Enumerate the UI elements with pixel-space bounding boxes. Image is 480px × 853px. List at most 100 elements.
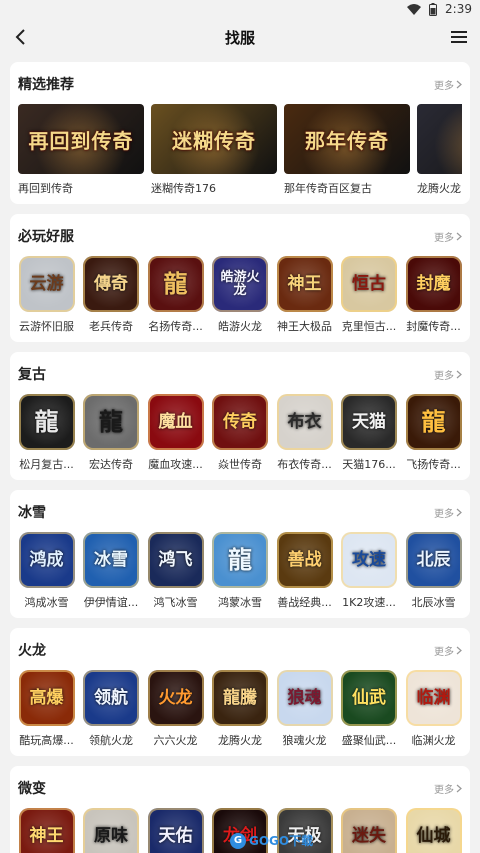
server-app-item[interactable]: 善战 善战经典... bbox=[276, 532, 333, 610]
server-app-item[interactable]: 原味原味传奇 bbox=[83, 808, 140, 853]
server-app-item[interactable]: 仙武盛聚仙武... bbox=[341, 670, 398, 748]
server-app-item[interactable]: 鸿飞 鸿飞冰雪 bbox=[147, 532, 204, 610]
app-label: 伊伊情谊... bbox=[83, 596, 139, 609]
app-icon-art-text: 布衣 bbox=[287, 411, 322, 432]
server-app-item[interactable]: 布衣 布衣传奇... bbox=[276, 394, 333, 472]
server-app-item[interactable]: 鸿成 鸿成冰雪 bbox=[18, 532, 75, 610]
app-icon: 神王 bbox=[276, 256, 333, 312]
app-icon: 狼魂 bbox=[276, 670, 333, 726]
app-icon-row: 龍松月复古... 龍宏达传奇 魔血 魔血攻速... 传奇 焱世传奇 布衣 布衣传奇... 天猫天… bbox=[18, 394, 462, 472]
app-icon: 鸿飞 bbox=[147, 532, 204, 588]
server-app-item[interactable]: 龍騰 龙腾火龙 bbox=[212, 670, 269, 748]
more-link[interactable]: 更多 bbox=[434, 505, 462, 520]
featured-item-label: 龙腾火龙 bbox=[417, 182, 461, 195]
category-card: 冰雪 更多 鸿成 鸿成冰雪 冰雪 伊伊情谊... 鸿飞 鸿飞冰雪龍鸿蒙冰雪 善战 善战经典... 攻… bbox=[10, 490, 470, 618]
app-icon-art-text: 领航 bbox=[94, 687, 128, 708]
app-icon-row: 高爆 酷玩高爆... 领航 领航火龙 火龙 六六火龙 龍騰 龙腾火龙 狼魂 狼魂火龙 仙武 盛聚仙武.… bbox=[18, 670, 462, 748]
server-app-item[interactable]: 传奇 焱世传奇 bbox=[212, 394, 269, 472]
server-app-item[interactable]: 天佑天佑归来 bbox=[147, 808, 204, 853]
app-icon: 原味 bbox=[83, 808, 139, 853]
app-icon: 龍 bbox=[83, 394, 139, 450]
server-app-item[interactable]: 云游 云游怀旧服 bbox=[18, 256, 75, 334]
more-link[interactable]: 更多 bbox=[434, 781, 462, 796]
back-button[interactable] bbox=[10, 26, 32, 48]
app-icon-art-text: 魔血 bbox=[158, 411, 193, 432]
chevron-left-icon bbox=[15, 29, 25, 45]
app-label: 封魔传奇... bbox=[406, 320, 461, 333]
app-label: 领航火龙 bbox=[89, 734, 133, 747]
app-label: 鸿蒙冰雪 bbox=[218, 596, 262, 609]
server-app-item[interactable]: 龍飞扬传奇... bbox=[405, 394, 462, 472]
app-icon: 仙城 bbox=[405, 808, 462, 853]
server-app-item[interactable]: 神王神王传奇 bbox=[18, 808, 75, 853]
featured-carousel[interactable]: 再回到传奇再回到传奇迷糊传奇迷糊传奇176那年传奇那年传奇百区复古龍龙腾火龙 bbox=[18, 104, 462, 196]
server-app-item[interactable]: 狼魂 狼魂火龙 bbox=[276, 670, 333, 748]
app-icon-art-text: 狼魂 bbox=[287, 687, 322, 708]
featured-item[interactable]: 迷糊传奇 迷糊传奇176 bbox=[151, 104, 277, 196]
app-icon: 龍 bbox=[212, 532, 268, 588]
app-icon: 冰雪 bbox=[83, 532, 139, 588]
more-link[interactable]: 更多 bbox=[434, 643, 462, 658]
server-app-item[interactable]: 恒古 克里恒古... bbox=[341, 256, 398, 334]
server-app-item[interactable]: 龍宏达传奇 bbox=[83, 394, 140, 472]
server-app-item[interactable]: 神王 神王大极品 bbox=[276, 256, 333, 334]
app-icon: 临渊 bbox=[405, 670, 462, 726]
app-icon: 天猫 bbox=[341, 394, 397, 450]
app-icon: 传奇 bbox=[212, 394, 268, 450]
server-app-item[interactable]: 攻速 1K2攻速... bbox=[341, 532, 398, 610]
server-app-item[interactable]: 龍名扬传奇... bbox=[147, 256, 204, 334]
server-app-item[interactable]: 傳奇 老兵传奇 bbox=[83, 256, 140, 334]
category-card: 必玩好服 更多 云游 云游怀旧服 傳奇 老兵传奇龍名扬传奇... 皓游火龙 皓游火龙 神王 神王大… bbox=[10, 214, 470, 342]
server-app-item[interactable]: 高爆 酷玩高爆... bbox=[18, 670, 75, 748]
featured-item-label: 那年传奇百区复古 bbox=[284, 182, 372, 195]
featured-item[interactable]: 那年传奇那年传奇百区复古 bbox=[284, 104, 410, 196]
server-app-item[interactable]: 龍松月复古... bbox=[18, 394, 75, 472]
featured-card: 精选推荐 更多 再回到传奇 再回到传奇 迷糊传奇 迷糊传奇176 那年传奇 那年传奇百区复… bbox=[10, 62, 470, 204]
server-app-item[interactable]: 仙城仙城微变... bbox=[405, 808, 462, 853]
featured-item[interactable]: 龍龙腾火龙 bbox=[417, 104, 462, 196]
app-icon-art-text: 临渊 bbox=[416, 687, 451, 708]
app-label: 焱世传奇 bbox=[218, 458, 262, 471]
server-app-item[interactable]: 冰雪伊伊情谊... bbox=[83, 532, 140, 610]
app-icon-art-text: 天佑 bbox=[158, 825, 193, 846]
app-label: 1K2攻速... bbox=[342, 596, 396, 609]
chevron-right-icon bbox=[456, 508, 462, 516]
more-link[interactable]: 更多 bbox=[434, 229, 462, 244]
server-app-item[interactable]: 临渊 临渊火龙 bbox=[405, 670, 462, 748]
app-icon: 龍騰 bbox=[212, 670, 268, 726]
more-link[interactable]: 更多 bbox=[434, 367, 462, 382]
app-label: 天猫176... bbox=[342, 458, 396, 471]
featured-item[interactable]: 再回到传奇 再回到传奇 bbox=[18, 104, 144, 196]
app-icon: 恒古 bbox=[341, 256, 397, 312]
battery-icon bbox=[429, 2, 438, 16]
banner-art-text: 那年传奇 bbox=[305, 128, 389, 153]
server-app-item[interactable]: 北辰 北辰冰雪 bbox=[405, 532, 462, 610]
category-card: 复古 更多龍松月复古... 龍宏达传奇 魔血 魔血攻速... 传奇 焱世传奇 布衣 布衣传奇..… bbox=[10, 352, 470, 480]
app-icon-art-text: 迷失 bbox=[352, 825, 386, 846]
app-label: 盛聚仙武... bbox=[341, 734, 397, 747]
menu-button[interactable] bbox=[448, 26, 470, 48]
server-app-item[interactable]: 皓游火龙 皓游火龙 bbox=[212, 256, 269, 334]
app-label: 鸿飞冰雪 bbox=[153, 596, 198, 609]
menu-icon bbox=[450, 31, 467, 43]
server-app-item[interactable]: 火龙 六六火龙 bbox=[147, 670, 204, 748]
server-app-item[interactable]: 迷失天佑迷失... bbox=[341, 808, 398, 853]
server-app-item[interactable]: 龍鸿蒙冰雪 bbox=[212, 532, 269, 610]
server-app-item[interactable]: 领航 领航火龙 bbox=[83, 670, 140, 748]
featured-banner-image: 那年传奇 bbox=[284, 104, 410, 174]
app-label: 鸿成冰雪 bbox=[24, 596, 69, 609]
server-app-item[interactable]: 魔血 魔血攻速... bbox=[147, 394, 204, 472]
server-app-item[interactable]: 封魔 封魔传奇... bbox=[405, 256, 462, 334]
app-label: 临渊火龙 bbox=[411, 734, 456, 747]
app-icon: 仙武 bbox=[341, 670, 397, 726]
app-icon: 神王 bbox=[18, 808, 75, 853]
app-label: 飞扬传奇... bbox=[406, 458, 461, 471]
app-icon: 皓游火龙 bbox=[212, 256, 268, 312]
status-time: 2:39 bbox=[445, 2, 472, 16]
chevron-right-icon bbox=[456, 646, 462, 654]
server-app-item[interactable]: 天猫天猫176... bbox=[341, 394, 398, 472]
more-link[interactable]: 更多 bbox=[434, 77, 462, 92]
app-icon-art-text: 鸿成 bbox=[29, 549, 64, 570]
app-label: 龙腾火龙 bbox=[218, 734, 262, 747]
server-list-content[interactable]: 精选推荐 更多 再回到传奇 再回到传奇 迷糊传奇 迷糊传奇176 那年传奇 那年传奇百区复… bbox=[0, 58, 480, 853]
